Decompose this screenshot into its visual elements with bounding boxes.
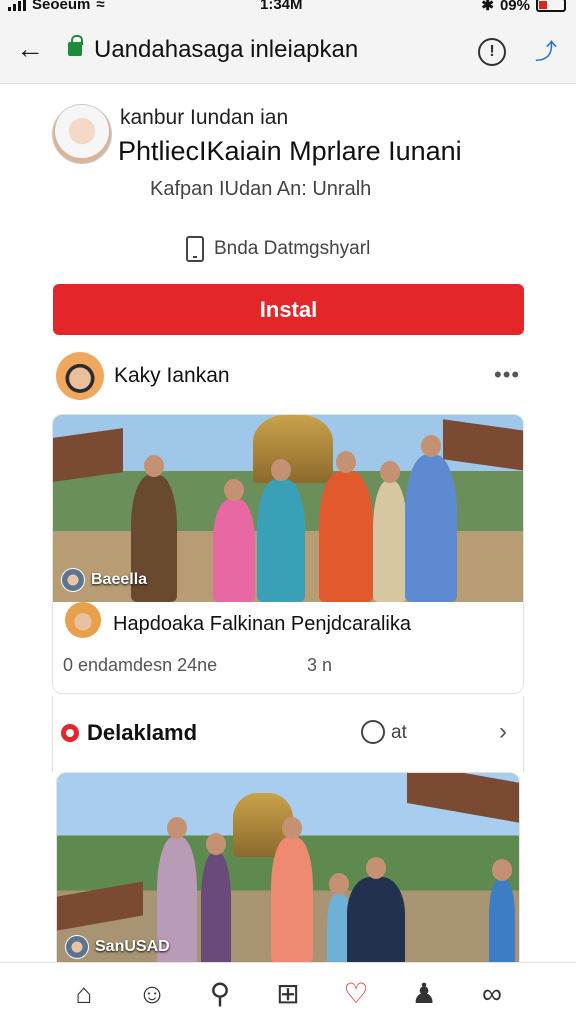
person (319, 451, 373, 602)
bluetooth-icon: ✱ (481, 0, 494, 14)
phone-icon (186, 236, 204, 262)
card-avatar (65, 602, 101, 638)
profile-icon[interactable]: ☺ (132, 974, 172, 1014)
person (213, 479, 255, 602)
house-roof (407, 773, 519, 824)
status-time: 1:34M (260, 0, 303, 13)
device-text: Bnda Datmgshyarl (214, 238, 371, 259)
person (347, 857, 405, 967)
person (405, 435, 457, 602)
record-icon (61, 724, 79, 742)
avatar[interactable] (52, 104, 112, 164)
page-title: PhtliecIKaiain Mprlare Iunani (118, 136, 462, 166)
post-card[interactable]: Baeella Hapdoaka Falkinan Penjdcaralika … (52, 414, 524, 694)
card-meta: 0 endamdesn 24ne (63, 655, 218, 675)
url-bar[interactable]: Uandahasaga inleiapkan (94, 36, 358, 64)
house-roof (443, 419, 523, 471)
status-bar: Seoeum ≈ 1:34M ✱ 09% (0, 0, 576, 18)
photo-overlay: Baeella (61, 568, 147, 592)
person (201, 833, 231, 967)
overlay-avatar-2 (65, 935, 89, 959)
info-icon[interactable]: ! (478, 38, 506, 66)
person (489, 859, 515, 967)
search-icon[interactable]: ⚲ (200, 974, 240, 1014)
hut-roof (57, 881, 143, 931)
browser-bar: ← Uandahasaga inleiapkan ! ⤴ (0, 18, 576, 84)
status-left: Seoeum ≈ (8, 0, 105, 13)
people-icon[interactable]: ♟ (404, 974, 444, 1014)
status-right: ✱ 09% (481, 0, 566, 14)
photo-overlay-2: SanUSAD (65, 935, 170, 959)
battery-percent: 09% (499, 0, 530, 14)
wifi-icon: ≈ (96, 0, 105, 13)
bottom-nav: ⌂ ☺ ⚲ ⊞ ♡ ♟ ∞ (0, 962, 576, 1024)
signal-icon (8, 0, 26, 11)
chevron-right-icon[interactable]: › (499, 718, 507, 746)
home-icon[interactable]: ⌂ (64, 974, 104, 1014)
more-icon[interactable]: ∞ (472, 974, 512, 1014)
person (373, 461, 407, 602)
carrier-text: Seoeum (32, 0, 91, 13)
share-icon[interactable]: ⤴ (532, 38, 560, 66)
battery-icon (536, 0, 566, 12)
profile-name: kanbur Iundan ian (120, 106, 289, 129)
person (257, 459, 305, 602)
card-title[interactable]: Hapdoaka Falkinan Penjdcaralika (113, 613, 411, 636)
section-title: Delaklamd (87, 720, 198, 745)
post-card-2[interactable]: SanUSAD (56, 772, 520, 968)
overlay-label: Baeella (91, 571, 148, 588)
page-subtitle: Kafpan IUdan An: Unralh (150, 178, 372, 200)
section-header[interactable]: Delaklamd at › (52, 696, 524, 772)
overlay-label-2: SanUSAD (95, 938, 170, 955)
heart-icon[interactable]: ♡ (336, 974, 376, 1014)
install-button[interactable]: Instal (53, 284, 524, 335)
add-icon[interactable]: ⊞ (268, 974, 308, 1014)
comment-icon[interactable] (361, 720, 385, 744)
back-arrow-icon[interactable]: ← (16, 35, 44, 64)
person (271, 817, 313, 963)
card-meta-count: 3 n (307, 655, 333, 675)
house-roof (53, 428, 123, 482)
lock-icon[interactable] (68, 35, 83, 56)
more-options-icon[interactable]: ••• (494, 362, 520, 388)
post-author-avatar[interactable] (56, 352, 104, 400)
post-photo[interactable]: Baeella (53, 415, 523, 602)
overlay-avatar (61, 568, 85, 592)
comment-text: at (391, 722, 407, 743)
post-photo-2[interactable]: SanUSAD (57, 773, 519, 967)
post-author[interactable]: Kaky Iankan (114, 364, 230, 388)
temple (253, 415, 333, 483)
